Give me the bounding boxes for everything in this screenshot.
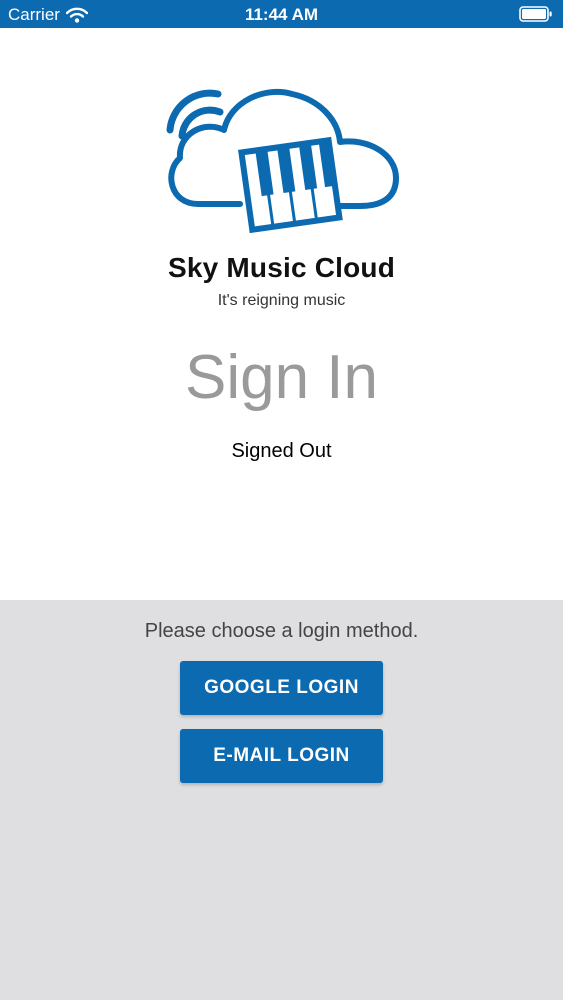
- battery-icon: [519, 6, 552, 22]
- cloud-piano-logo: [166, 88, 399, 234]
- auth-status-label: Signed Out: [231, 440, 332, 462]
- brand-name: Sky Music Cloud: [167, 252, 396, 283]
- status-bar: Carrier 11:44 AM: [0, 0, 563, 28]
- brand-tagline: It's reigning music: [217, 292, 346, 309]
- google-login-button[interactable]: GOOGLE LOGIN: [180, 661, 383, 715]
- login-panel: Please choose a login method. GOOGLE LOG…: [0, 600, 563, 1000]
- email-login-button[interactable]: E-MAIL LOGIN: [180, 729, 383, 783]
- page-title: Sign In: [184, 343, 379, 412]
- status-time: 11:44 AM: [244, 5, 319, 24]
- login-prompt: Please choose a login method.: [144, 620, 419, 642]
